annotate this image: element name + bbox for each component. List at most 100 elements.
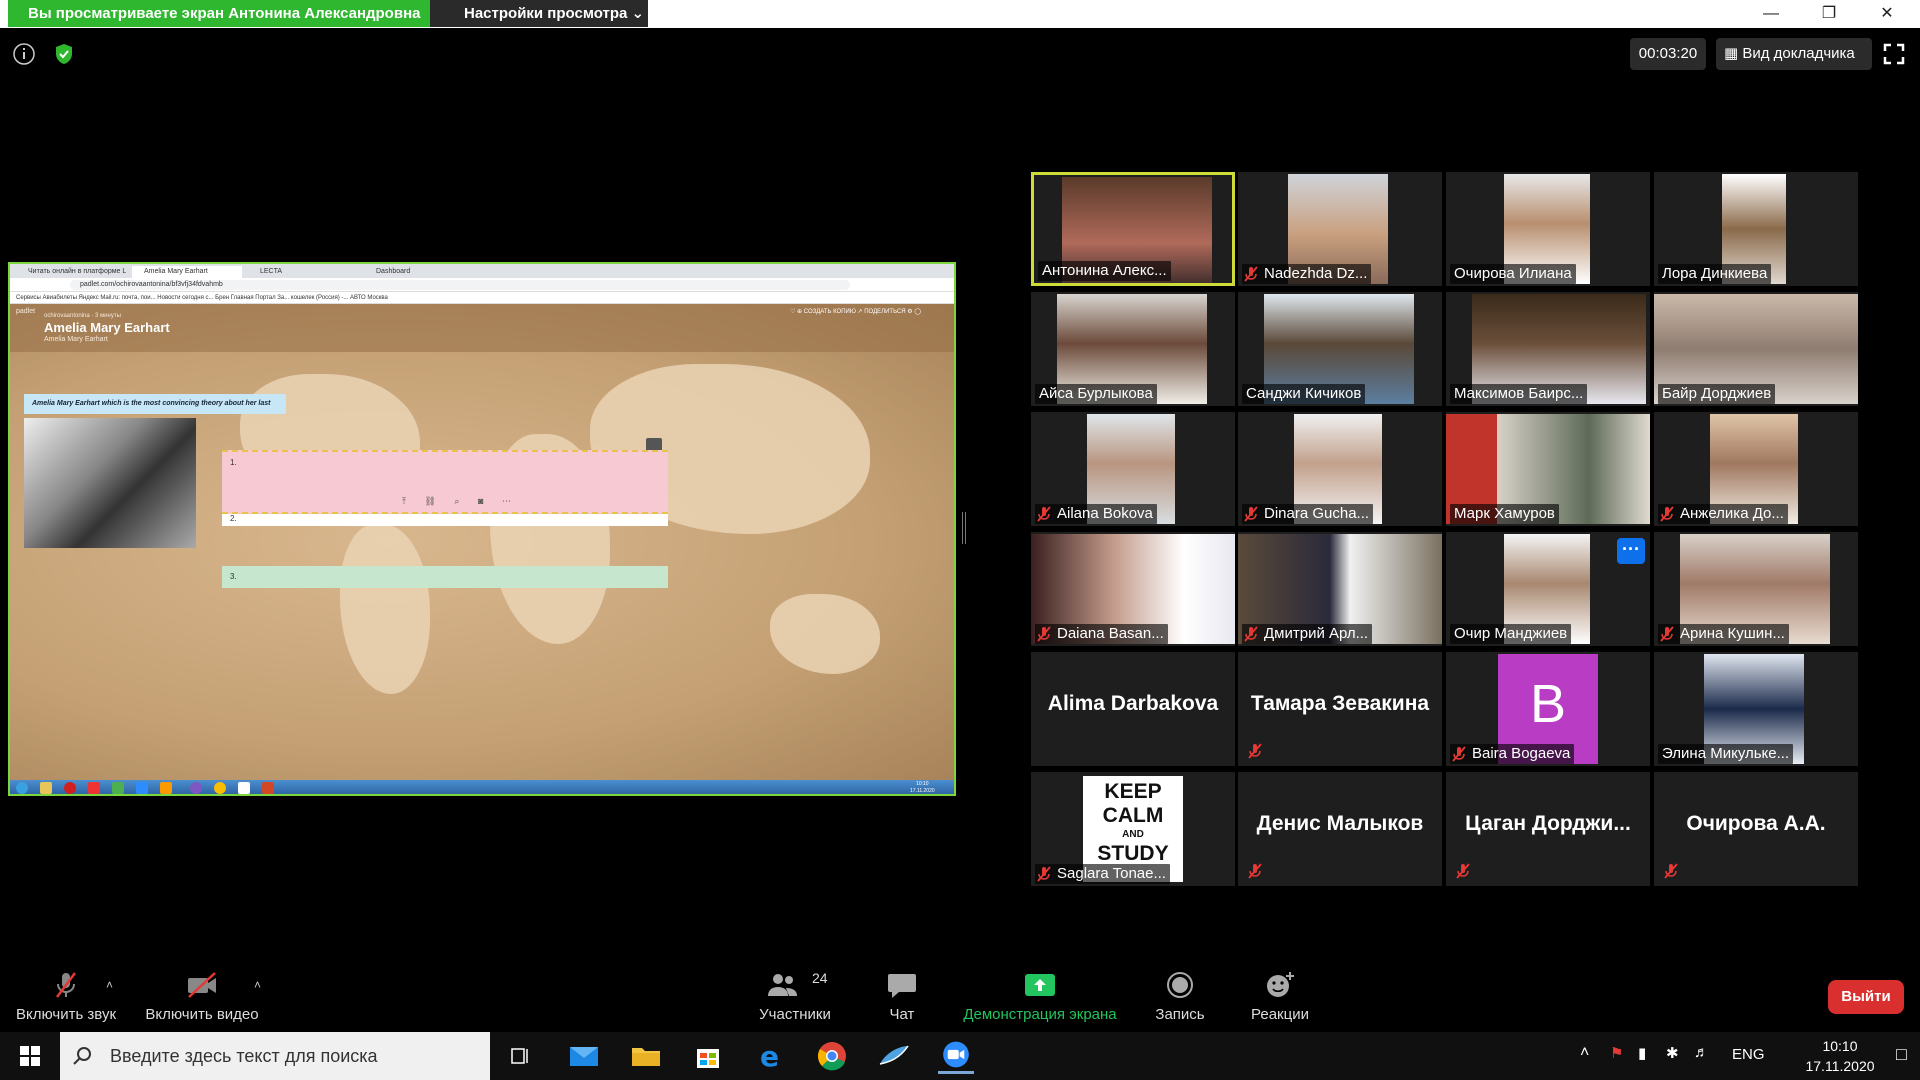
leave-meeting-button[interactable]: Выйти [1828, 980, 1904, 1014]
zoom-window: Вы просматриваете экран Антонина Алексан… [0, 0, 1920, 1080]
padlet-board: padlet ochirovaantonina · 3 минуты Ameli… [10, 304, 954, 780]
record-label: Запись [1155, 1006, 1205, 1023]
participant-tile[interactable]: Лора Динкиева [1654, 172, 1858, 286]
store-icon[interactable] [690, 1038, 726, 1074]
participant-name: Лора Динкиева [1658, 264, 1772, 284]
participant-tile[interactable]: Daiana Basan... [1031, 532, 1235, 646]
participant-tile[interactable]: Элина Микульке... [1654, 652, 1858, 766]
url-field[interactable]: padlet.com/ochirovaantonina/bf3vfj34fdva… [70, 280, 850, 290]
mic-muted-icon [1660, 626, 1674, 642]
padlet-author: ochirovaantonina · 3 минуты [44, 313, 121, 319]
mic-muted-icon [1452, 746, 1466, 762]
participant-tile[interactable]: Dinara Gucha... [1238, 412, 1442, 526]
windows-taskbar: Введите здесь текст для поиска e ˄ ⚑ ▮ ✱… [0, 1032, 1920, 1080]
participant-tile[interactable]: Антонина Алекс... [1031, 172, 1235, 286]
task-view-icon[interactable] [502, 1038, 538, 1074]
participant-tile[interactable]: Анжелика До... [1654, 412, 1858, 526]
audio-options-chevron-icon[interactable]: ˄ [106, 978, 118, 992]
chat-button[interactable]: Чат [862, 952, 942, 1032]
network-warning-icon[interactable]: ⚑ [1610, 1044, 1623, 1062]
windows-start-icon[interactable] [0, 1032, 60, 1080]
edge-icon[interactable]: e [752, 1038, 788, 1074]
telegram-desktop-icon[interactable] [876, 1038, 912, 1074]
card-number: 2. [230, 514, 237, 523]
card-number: 1. [230, 458, 237, 467]
close-icon[interactable]: ✕ [1864, 0, 1910, 28]
battery-icon[interactable]: ▮ [1638, 1044, 1646, 1062]
minimize-icon[interactable]: — [1748, 0, 1794, 28]
speaker-view-button[interactable]: ▦ Вид докладчика [1716, 38, 1872, 70]
participant-tile[interactable]: Денис Малыков [1238, 772, 1442, 886]
input-language[interactable]: ENG [1732, 1046, 1765, 1063]
padlet-card-2[interactable]: 2. [222, 514, 668, 526]
mic-muted-icon [1037, 506, 1051, 522]
browser-tab-active[interactable]: Amelia Mary Earhart [132, 266, 242, 278]
padlet-subtitle: Amelia Mary Earhart [44, 336, 108, 343]
view-settings-button[interactable]: Настройки просмотра ⌄ [430, 0, 648, 27]
share-screen-button[interactable]: Демонстрация экрана [950, 952, 1130, 1032]
splitter-handle[interactable] [962, 512, 966, 544]
participant-tile[interactable]: B Baira Bogaeva [1446, 652, 1650, 766]
chrome-icon[interactable] [814, 1038, 850, 1074]
participant-tile[interactable]: Nadezhda Dz... [1238, 172, 1442, 286]
taskbar-clock[interactable]: 10:10 17.11.2020 [1800, 1036, 1880, 1076]
participant-tile[interactable]: Марк Хамуров [1446, 412, 1650, 526]
browser-tab[interactable]: Dashboard [364, 266, 474, 278]
participant-tile[interactable]: KEEP CALM AND STUDY Saglara Tonae... [1031, 772, 1235, 886]
participant-tile[interactable]: Цаган Дорджи... [1446, 772, 1650, 886]
poster-line: KEEP [1104, 780, 1162, 803]
participant-name: Антонина Алекс... [1038, 261, 1171, 281]
file-explorer-icon[interactable] [628, 1038, 664, 1074]
fullscreen-icon[interactable] [1882, 42, 1906, 66]
map-continent [340, 524, 430, 694]
info-icon[interactable] [12, 42, 36, 66]
participant-tile[interactable]: Alima Darbakova [1031, 652, 1235, 766]
participant-tile[interactable]: Санджи Кичиков [1238, 292, 1442, 406]
restore-icon[interactable]: ❐ [1806, 0, 1852, 28]
bookmarks-bar[interactable]: Сервисы Авиабилеты Яндекс Mail.ru: почта… [10, 292, 954, 304]
card-toolbar[interactable]: ⤒ ⛓ ⌕ ◙ ⋯ [402, 496, 519, 507]
participant-tile[interactable]: Тамара Зевакина [1238, 652, 1442, 766]
participant-name: Saglara Tonae... [1035, 864, 1170, 884]
participant-tile[interactable]: Арина Кушин... [1654, 532, 1858, 646]
video-options-chevron-icon[interactable]: ˄ [254, 978, 266, 992]
padlet-actions[interactable]: ♡ ⊕ СОЗДАТЬ КОПИЮ ↗ ПОДЕЛИТЬСЯ ⚙ ◯ [790, 308, 921, 315]
participant-tile[interactable]: Очирова Илиана [1446, 172, 1650, 286]
participant-name: Максимов Баирс... [1450, 384, 1588, 404]
search-icon [73, 1047, 91, 1065]
notifications-icon[interactable]: □ [1896, 1044, 1907, 1065]
participant-tile[interactable]: Дмитрий Арл... [1238, 532, 1442, 646]
participants-count: 24 [812, 970, 828, 986]
zoom-app-icon[interactable] [938, 1038, 974, 1074]
participant-tile[interactable]: Очирова А.А. [1654, 772, 1858, 886]
participants-button[interactable]: 24 Участники [750, 952, 840, 1032]
yandex-browser-icon [238, 782, 250, 794]
more-options-button[interactable]: ··· [1617, 538, 1645, 564]
browser-tab[interactable]: LECTA [248, 266, 358, 278]
reactions-button[interactable]: Реакции [1240, 952, 1320, 1032]
participant-name: Денис Малыков [1256, 812, 1424, 835]
unmute-button[interactable]: Включить звук [10, 952, 122, 1032]
participant-name: Alima Darbakova [1047, 692, 1219, 715]
participant-tile[interactable]: Ailana Bokova [1031, 412, 1235, 526]
reactions-label: Реакции [1251, 1006, 1309, 1023]
volume-icon[interactable]: ♬ [1694, 1044, 1709, 1061]
record-button[interactable]: Запись [1140, 952, 1220, 1032]
padlet-card-3[interactable]: 3. [222, 566, 668, 588]
share-screen-label: Демонстрация экрана [963, 1006, 1117, 1023]
wifi-icon[interactable]: ✱ [1666, 1044, 1679, 1062]
start-video-button[interactable]: Включить видео [140, 952, 264, 1032]
chevron-up-icon[interactable]: ˄ [1580, 1044, 1589, 1062]
encryption-shield-icon[interactable] [52, 42, 76, 66]
participant-tile[interactable]: Айса Бурлыкова [1031, 292, 1235, 406]
browser-tab[interactable]: Читать онлайн в платформе Li [16, 266, 126, 278]
padlet-question-card[interactable]: Amelia Mary Earhart which is the most co… [24, 394, 286, 427]
participant-name: Байр Дорджиев [1658, 384, 1776, 404]
taskbar-search-box[interactable]: Введите здесь текст для поиска [60, 1032, 490, 1080]
padlet-card-1[interactable]: 1. ⤒ ⛓ ⌕ ◙ ⋯ [222, 450, 668, 514]
participant-tile[interactable]: Максимов Баирс... [1446, 292, 1650, 406]
participant-tile[interactable]: Байр Дорджиев [1654, 292, 1858, 406]
meeting-timer: 00:03:20 [1630, 38, 1706, 70]
mail-icon[interactable] [566, 1038, 602, 1074]
clock-time: 10:10 [1822, 1038, 1858, 1054]
